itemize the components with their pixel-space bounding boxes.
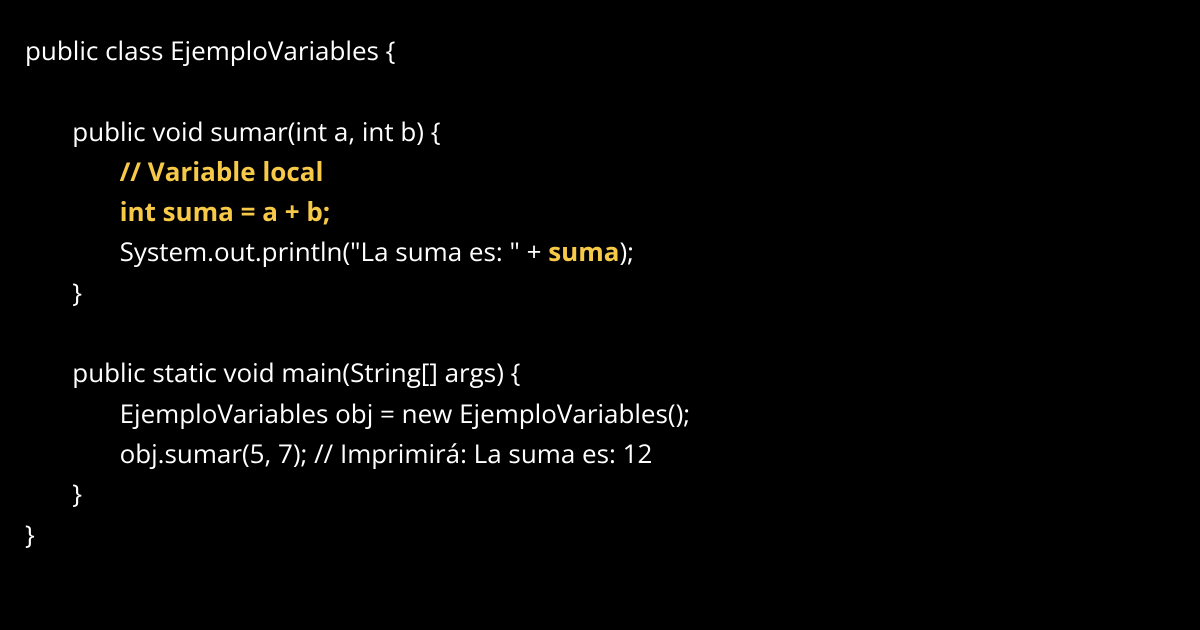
code-segment: EjemploVariables obj = new EjemploVariab… (120, 395, 691, 431)
code-line: // Variable local (25, 151, 1175, 191)
indent (25, 233, 120, 269)
code-line (25, 312, 1175, 352)
code-block: public class EjemploVariables { public v… (25, 30, 1175, 554)
code-segment: public static void main(String[] args) { (72, 354, 520, 390)
indent (25, 113, 72, 149)
code-line (25, 70, 1175, 110)
code-line: } (25, 272, 1175, 312)
code-line: public class EjemploVariables { (25, 30, 1175, 70)
code-line: int suma = a + b; (25, 191, 1175, 231)
indent (25, 475, 72, 511)
code-segment: suma (548, 233, 619, 269)
code-segment: } (72, 475, 82, 511)
code-segment: obj.sumar(5, 7); // Imprimirá: La suma e… (120, 435, 653, 471)
code-line: obj.sumar(5, 7); // Imprimirá: La suma e… (25, 433, 1175, 473)
indent (25, 395, 120, 431)
code-segment: int suma = a + b; (120, 193, 331, 229)
code-segment: public void sumar(int a, int b) { (72, 113, 440, 149)
indent (25, 193, 120, 229)
code-segment: // Variable local (120, 153, 324, 189)
code-line: public static void main(String[] args) { (25, 352, 1175, 392)
indent (25, 274, 72, 310)
indent (25, 153, 120, 189)
indent (25, 435, 120, 471)
code-line: } (25, 514, 1175, 554)
code-line: } (25, 473, 1175, 513)
code-segment: ); (619, 233, 634, 269)
code-segment: } (25, 516, 35, 552)
code-segment: } (72, 274, 82, 310)
code-segment: System.out.println("La suma es: " + (120, 233, 549, 269)
indent (25, 354, 72, 390)
code-segment: public class EjemploVariables { (25, 32, 395, 68)
code-line: public void sumar(int a, int b) { (25, 111, 1175, 151)
code-line: EjemploVariables obj = new EjemploVariab… (25, 393, 1175, 433)
code-line: System.out.println("La suma es: " + suma… (25, 231, 1175, 271)
